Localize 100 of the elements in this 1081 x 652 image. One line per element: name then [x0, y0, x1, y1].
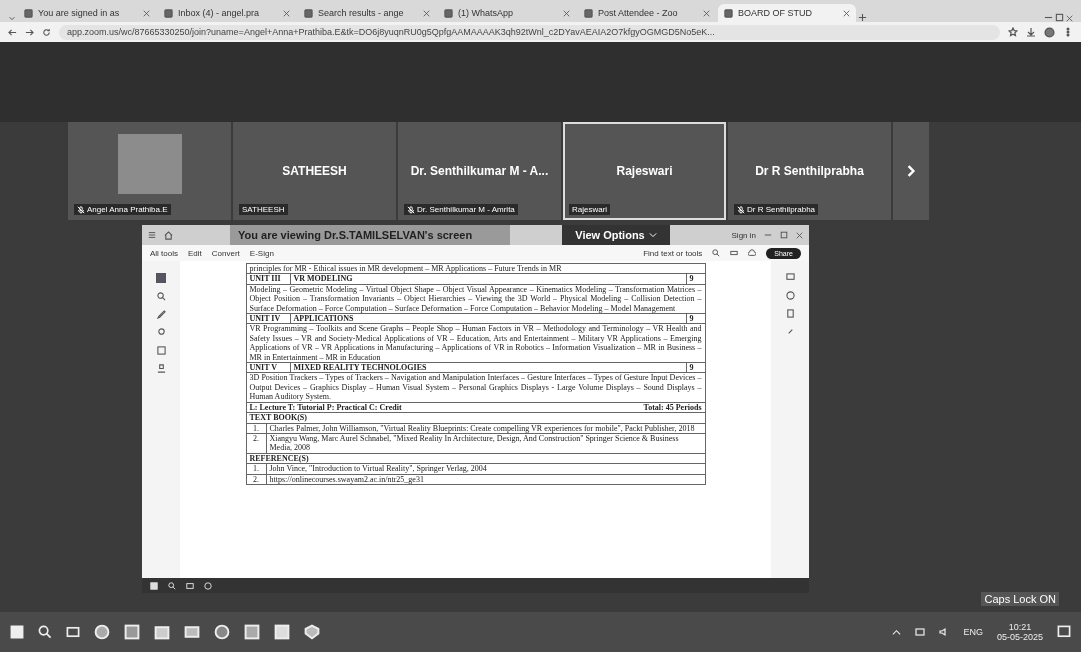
close-icon[interactable] — [843, 9, 850, 17]
toolbar-menu[interactable]: Edit — [188, 248, 202, 258]
app-icon[interactable] — [204, 581, 212, 590]
close-icon[interactable] — [703, 9, 710, 17]
unit-hours: 9 — [688, 363, 695, 373]
participant-name: Rajeswari — [616, 164, 673, 178]
menu-icon[interactable] — [148, 231, 156, 239]
photo-placeholder — [117, 134, 182, 194]
close-icon[interactable] — [143, 9, 150, 17]
sharing-banner: You are viewing Dr.S.TAMILSELVAN's screen — [230, 225, 510, 245]
section-heading: TEXT BOOK(S) — [249, 413, 307, 423]
address-bar[interactable]: app.zoom.us/wc/87665330250/join?uname=Angel+Anna+Prathiba.E&tk=DO6j8yuqnRU0g5QpfgAAMAAAAK3qh92tWnl_c2DYavAEAIA2O7kfgyOGMGD5No5eK... — [59, 24, 1000, 40]
tab-title: BOARD OF STUD — [738, 8, 813, 18]
participant-label-text: Dr. Senthilkumar M - Amrita — [417, 205, 515, 214]
participant-tile[interactable]: Dr. Senthilkumar M - A... Dr. Senthilkumar M - Amrita — [398, 122, 561, 220]
task-view-icon[interactable] — [66, 625, 80, 639]
unit-number: UNIT III — [246, 274, 291, 284]
browser-tab[interactable]: You are signed in as — [18, 4, 156, 22]
close-icon[interactable] — [1066, 15, 1073, 22]
cloud-icon[interactable] — [748, 249, 757, 257]
shield-icon[interactable] — [304, 624, 320, 640]
participant-label-text: Dr R Senthilprabha — [747, 205, 816, 214]
avatar-icon[interactable] — [1044, 26, 1055, 38]
browser-tab[interactable]: Inbox (4) - angel.pra — [158, 4, 296, 22]
participant-label-text: SATHEESH — [242, 205, 285, 214]
zoom-icon[interactable] — [156, 292, 166, 301]
app-icon[interactable] — [124, 624, 140, 640]
unit-hours: 9 — [688, 314, 695, 324]
forward-icon[interactable] — [25, 27, 34, 37]
chevron-up-icon[interactable] — [892, 627, 902, 637]
tab-title: You are signed in as — [38, 8, 121, 18]
tab-title: Search results - ange — [318, 8, 405, 18]
paragraph: principles for MR - Ethical issues in MR development – MR Applications – Future Trends in MR — [245, 263, 706, 275]
muted-microphone-icon — [737, 205, 745, 214]
unit-title: MIXED REALITY TECHNOLOGIES — [290, 363, 687, 373]
close-icon[interactable] — [423, 9, 430, 17]
participant-tile[interactable]: Rajeswari Rajeswari — [563, 122, 726, 220]
star-icon[interactable] — [1008, 27, 1018, 37]
maximize-icon[interactable] — [780, 231, 788, 239]
participant-name: Dr. Senthilkumar M - A... — [410, 164, 549, 178]
reference-text: Charles Palmer, John Williamson, "Virtual Reality Blueprints: Create compelling VR experiences for mobile", Packt Publisher, 2018 — [268, 423, 696, 433]
unit-title: APPLICATIONS — [290, 314, 687, 324]
browser-tab[interactable]: (1) WhatsApp — [438, 4, 576, 22]
participant-tile[interactable]: Dr R Senthilprabha Dr R Senthilprabha — [728, 122, 891, 220]
unit-hours: 9 — [688, 274, 695, 284]
participant-tile[interactable]: SATHEESH SATHEESH — [233, 122, 396, 220]
paragraph: 3D Position Trackers – Types of Trackers – Navigation and Manipulation Interfaces – Gesture Interfaces – Types of Gesture Input Devices – Output Devices – Graphics Display – Human Visual System – Personal Graphics Displays - Large Volume Displays – Sound Displays – Human Auditory System. — [245, 373, 706, 403]
paragraph: VR Programming – Toolkits and Scene Graphs – People Shop – Human Factors in VR – Methodology and Terminology – VR Health and Safety Issues – VR and Society-Medical Applications of VR – Education, Arts and Entertainment – Military VR Applications – Emerging Applications of VR – VR Applications in Manufacturing – Applications of VR in Robotics – Information Visualization – MR in Business – MR in Entertainment – MR in Education — [245, 324, 706, 364]
reference-text: John Vince, "Introduction to Virtual Reality", Springer Verlag, 2004 — [268, 464, 488, 474]
participant-name: Dr R Senthilprabha — [755, 164, 864, 178]
search-icon[interactable] — [168, 581, 176, 590]
notification-icon[interactable] — [1057, 625, 1071, 639]
browser-icon[interactable] — [214, 624, 230, 640]
app-icon[interactable] — [94, 624, 110, 640]
toolbar-menu[interactable]: Convert — [211, 248, 240, 258]
list-number: 1. — [246, 423, 267, 433]
back-icon[interactable] — [8, 27, 17, 37]
unit-number: UNIT V — [246, 363, 291, 373]
download-icon[interactable] — [1026, 27, 1036, 37]
tab-title: (1) WhatsApp — [458, 8, 515, 18]
sign-in-link[interactable]: Sign in — [731, 230, 756, 240]
view-options-button[interactable]: View Options — [562, 225, 670, 245]
list-number: 2. — [246, 474, 267, 484]
app-icon[interactable] — [274, 624, 290, 640]
clock-date: 05-05-2025 — [996, 632, 1043, 642]
clock-time: 10:21 — [1008, 622, 1032, 632]
chevron-right-icon[interactable] — [905, 165, 917, 177]
participant-name: SATHEESH — [282, 164, 347, 178]
search-field[interactable]: Find text or tools — [643, 248, 703, 258]
caps-lock-indicator: Caps Lock ON — [981, 592, 1059, 606]
reference-text: Xiangyu Wang, Marc Aurel Schnabel, "Mixed Reality In Architecture, Design, And Construction" Springer Science & Business Media, 2008 — [268, 433, 680, 453]
close-icon[interactable] — [283, 9, 290, 17]
search-icon[interactable] — [712, 249, 721, 257]
muted-microphone-icon — [407, 205, 415, 214]
participant-label-text: Angel Anna Prathiba.E — [87, 205, 168, 214]
pen-icon[interactable] — [156, 310, 166, 319]
list-number: 2. — [246, 433, 267, 453]
unit-title: VR MODELING — [290, 274, 687, 284]
reload-icon[interactable] — [42, 27, 51, 37]
maximize-icon[interactable] — [1055, 13, 1064, 22]
search-icon[interactable] — [38, 625, 52, 639]
browser-tab[interactable]: BOARD OF STUD — [718, 4, 856, 22]
toolbar-menu[interactable]: All tools — [150, 248, 178, 258]
close-icon[interactable] — [563, 9, 570, 17]
legend-text: L: Lecture T: Tutorial P: Practical C: Credit — [249, 402, 402, 413]
home-icon[interactable] — [164, 230, 173, 240]
close-icon[interactable] — [796, 231, 803, 239]
app-icon[interactable] — [244, 624, 260, 640]
list-number: 1. — [246, 464, 267, 474]
participant-tile[interactable]: Angel Anna Prathiba.E — [68, 122, 231, 220]
muted-microphone-icon — [77, 205, 85, 214]
unit-number: UNIT IV — [246, 314, 291, 324]
browser-tab[interactable]: Search results - ange — [298, 4, 436, 22]
language-indicator[interactable]: ENG — [963, 627, 983, 637]
plus-icon[interactable] — [858, 13, 867, 22]
tab-title: Inbox (4) - angel.pra — [178, 8, 261, 18]
chevron-down-icon[interactable] — [648, 231, 657, 239]
browser-tab[interactable]: Post Attendee - Zoo — [578, 4, 716, 22]
toolbar-menu[interactable]: E-Sign — [249, 248, 274, 258]
tab-title: Post Attendee - Zoo — [598, 8, 679, 18]
